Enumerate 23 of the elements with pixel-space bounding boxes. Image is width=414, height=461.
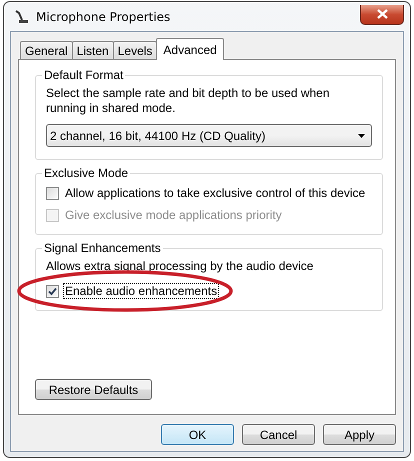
tab[interactable]: Levels: [112, 41, 158, 59]
format-dropdown[interactable]: 2 channel, 16 bit, 44100 Hz (CD Quality): [46, 124, 372, 147]
microphone-icon: [14, 8, 30, 24]
dialog-button[interactable]: Apply: [323, 424, 396, 445]
tab[interactable]: General: [20, 41, 73, 59]
dialog-button[interactable]: OK: [161, 424, 234, 445]
dialog-button[interactable]: Cancel: [242, 424, 315, 445]
tab[interactable]: Listen: [72, 41, 114, 59]
description-text: Select the sample rate and bit depth to be used when running in shared mode.: [46, 86, 331, 116]
checkbox-label: Give exclusive mode applications priority: [64, 207, 283, 223]
window-title: Microphone Properties: [36, 10, 170, 24]
restore-defaults-button[interactable]: Restore Defaults: [35, 379, 152, 400]
checkbox-label: Enable audio enhancements: [63, 283, 220, 299]
checkbox-label: Allow applications to take exclusive control of this device: [64, 185, 366, 201]
checkbox[interactable]: [46, 186, 59, 200]
close-button[interactable]: [360, 4, 404, 24]
tab[interactable]: Advanced: [156, 38, 224, 60]
caret-icon: [358, 134, 365, 138]
checkbox[interactable]: [46, 284, 59, 298]
close-icon: [376, 9, 388, 19]
group-title: Exclusive Mode: [43, 166, 130, 180]
group-title: Default Format: [43, 68, 124, 82]
group-title: Signal Enhancements: [43, 241, 162, 255]
